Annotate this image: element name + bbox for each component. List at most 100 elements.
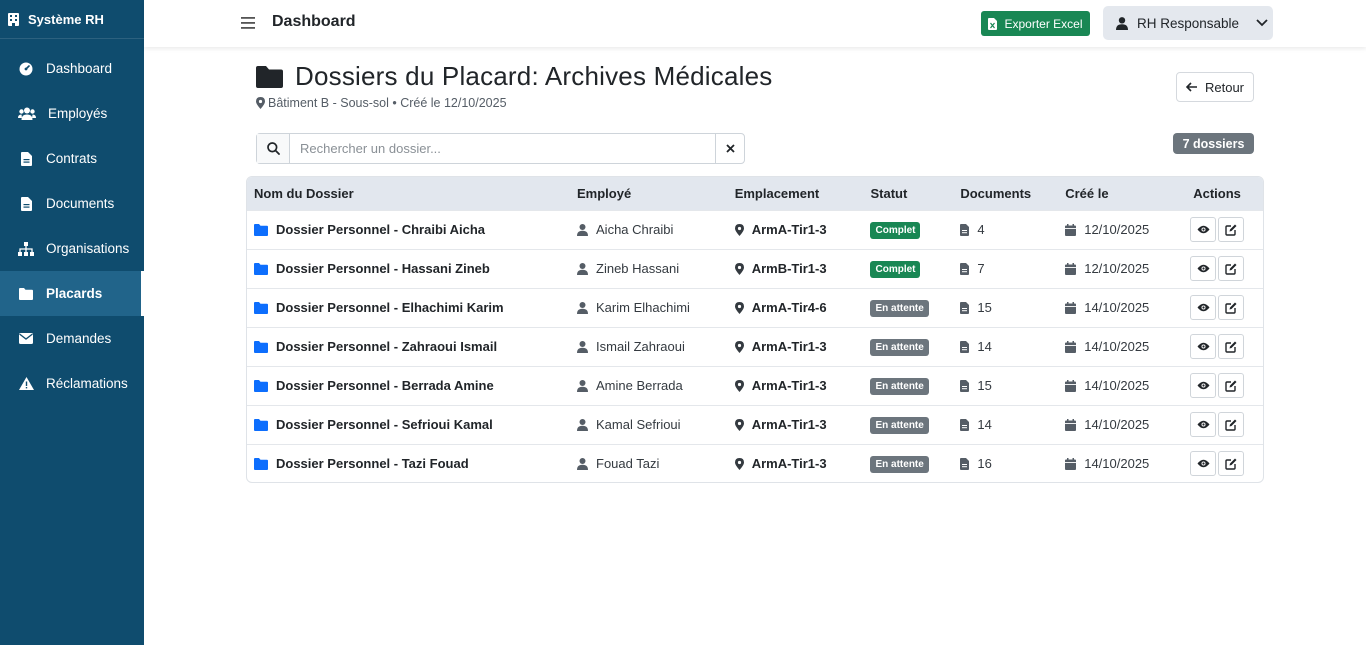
edit-icon [1225,263,1237,275]
edit-button[interactable] [1218,295,1245,320]
edit-button[interactable] [1218,451,1245,477]
column-header-location[interactable]: Emplacement [728,177,864,210]
export-excel-button[interactable]: Exporter Excel [981,11,1090,36]
sidebar-item-contrats[interactable]: Contrats [0,136,144,181]
documents-count: 15 [977,300,992,315]
employee-name: Karim Elhachimi [596,300,690,315]
back-button[interactable]: Retour [1176,72,1254,102]
employee-name: Ismail Zahraoui [596,339,685,354]
users-icon [18,106,36,122]
sidebar-item-label: Placards [46,286,103,301]
calendar-icon [1065,418,1077,431]
location-code: ArmA-Tir1-3 [751,339,827,354]
edit-button[interactable] [1218,256,1245,281]
folder-icon [254,457,268,470]
table-row[interactable]: Dossier Personnel - Hassani Zineb Zineb … [247,249,1263,288]
map-marker-icon [734,457,744,470]
dossiers-table-card: Nom du Dossier Employé Emplacement Statu… [246,176,1264,483]
sidebar-item-employes[interactable]: Employés [0,91,144,136]
table-row[interactable]: Dossier Personnel - Tazi Fouad Fouad Taz… [247,444,1263,482]
sidebar-item-organisations[interactable]: Organisations [0,226,144,271]
eye-icon [1197,381,1210,390]
created-date: 14/10/2025 [1084,417,1150,432]
sidebar-item-placards[interactable]: Placards [0,271,144,316]
search-input[interactable] [290,134,715,163]
edit-button[interactable] [1218,373,1245,398]
table-row[interactable]: Dossier Personnel - Chraibi Aicha Aicha … [247,210,1263,249]
dossier-name: Dossier Personnel - Hassani Zineb [276,261,490,276]
sidebar-item-label: Dashboard [46,61,113,76]
arrow-left-icon [1185,82,1197,92]
employee-name: Fouad Tazi [596,456,660,472]
sidebar-item-dashboard[interactable]: Dashboard [0,46,144,91]
page-title: Dossiers du Placard: Archives Médicales [295,61,773,91]
column-header-status[interactable]: Statut [863,177,953,210]
employee-name: Aicha Chraibi [596,222,674,237]
column-header-name[interactable]: Nom du Dossier [247,177,570,210]
edit-button[interactable] [1218,217,1245,242]
table-row[interactable]: Dossier Personnel - Sefrioui Kamal Kamal… [247,405,1263,444]
search-group [256,133,745,164]
sidebar: Système RH Dashboard Employés Contrats D… [0,0,144,645]
created-date: 12/10/2025 [1084,222,1150,237]
sidebar-brand[interactable]: Système RH [0,0,144,39]
table-row[interactable]: Dossier Personnel - Zahraoui Ismail Isma… [247,327,1263,366]
folder-icon [254,301,268,314]
calendar-icon [1065,379,1077,392]
view-button[interactable] [1190,412,1217,437]
column-header-employee[interactable]: Employé [570,177,728,210]
eye-icon [1197,342,1210,351]
dossier-name: Dossier Personnel - Tazi Fouad [276,456,469,472]
created-date: 14/10/2025 [1084,339,1150,354]
sidebar-item-demandes[interactable]: Demandes [0,316,144,361]
dossier-name: Dossier Personnel - Zahraoui Ismail [276,339,498,354]
edit-button[interactable] [1218,334,1245,359]
sidebar-item-reclamations[interactable]: Réclamations [0,361,144,406]
status-badge: En attente [870,338,929,356]
documents-count: 14 [977,339,992,354]
view-button[interactable] [1190,256,1217,281]
eye-icon [1197,460,1210,468]
view-button[interactable] [1190,295,1217,320]
calendar-icon [1065,301,1077,314]
table-row[interactable]: Dossier Personnel - Elhachimi Karim Kari… [247,288,1263,327]
user-icon [577,340,589,353]
employee-name: Zineb Hassani [596,261,680,276]
column-header-created[interactable]: Créé le [1058,177,1171,210]
sitemap-icon [18,241,34,257]
map-marker-icon [734,262,744,275]
documents-count: 14 [977,417,992,432]
file-icon [960,418,970,431]
location-code: ArmB-Tir1-3 [751,261,827,276]
user-menu-button[interactable]: RH Responsable [1103,6,1273,40]
sidebar-item-label: Organisations [46,241,130,256]
column-header-documents[interactable]: Documents [953,177,1058,210]
hamburger-menu-icon[interactable] [241,16,255,30]
location-code: ArmA-Tir4-6 [751,300,827,315]
employee-name: Kamal Sefrioui [596,417,681,432]
dossier-name: Dossier Personnel - Sefrioui Kamal [276,417,493,432]
file-icon [18,151,34,167]
export-excel-label: Exporter Excel [1004,16,1083,31]
eye-icon [1197,264,1210,273]
view-button[interactable] [1190,217,1217,242]
clear-search-button[interactable] [715,134,744,163]
created-date: 14/10/2025 [1084,378,1150,393]
sidebar-item-documents[interactable]: Documents [0,181,144,226]
map-marker-icon [734,223,744,236]
status-badge: Complet [870,221,921,239]
file-icon [960,301,970,314]
edit-button[interactable] [1218,412,1245,437]
file-icon [960,223,970,236]
dossier-count-badge: 7 dossiers [1173,133,1254,154]
view-button[interactable] [1190,334,1217,359]
table-row[interactable]: Dossier Personnel - Berrada Amine Amine … [247,366,1263,405]
user-icon [577,223,589,236]
table-header-row: Nom du Dossier Employé Emplacement Statu… [247,177,1263,210]
edit-icon [1225,341,1237,353]
user-icon [577,457,589,470]
edit-icon [1225,419,1237,431]
view-button[interactable] [1190,451,1217,477]
view-button[interactable] [1190,373,1217,398]
file-icon [960,379,970,392]
